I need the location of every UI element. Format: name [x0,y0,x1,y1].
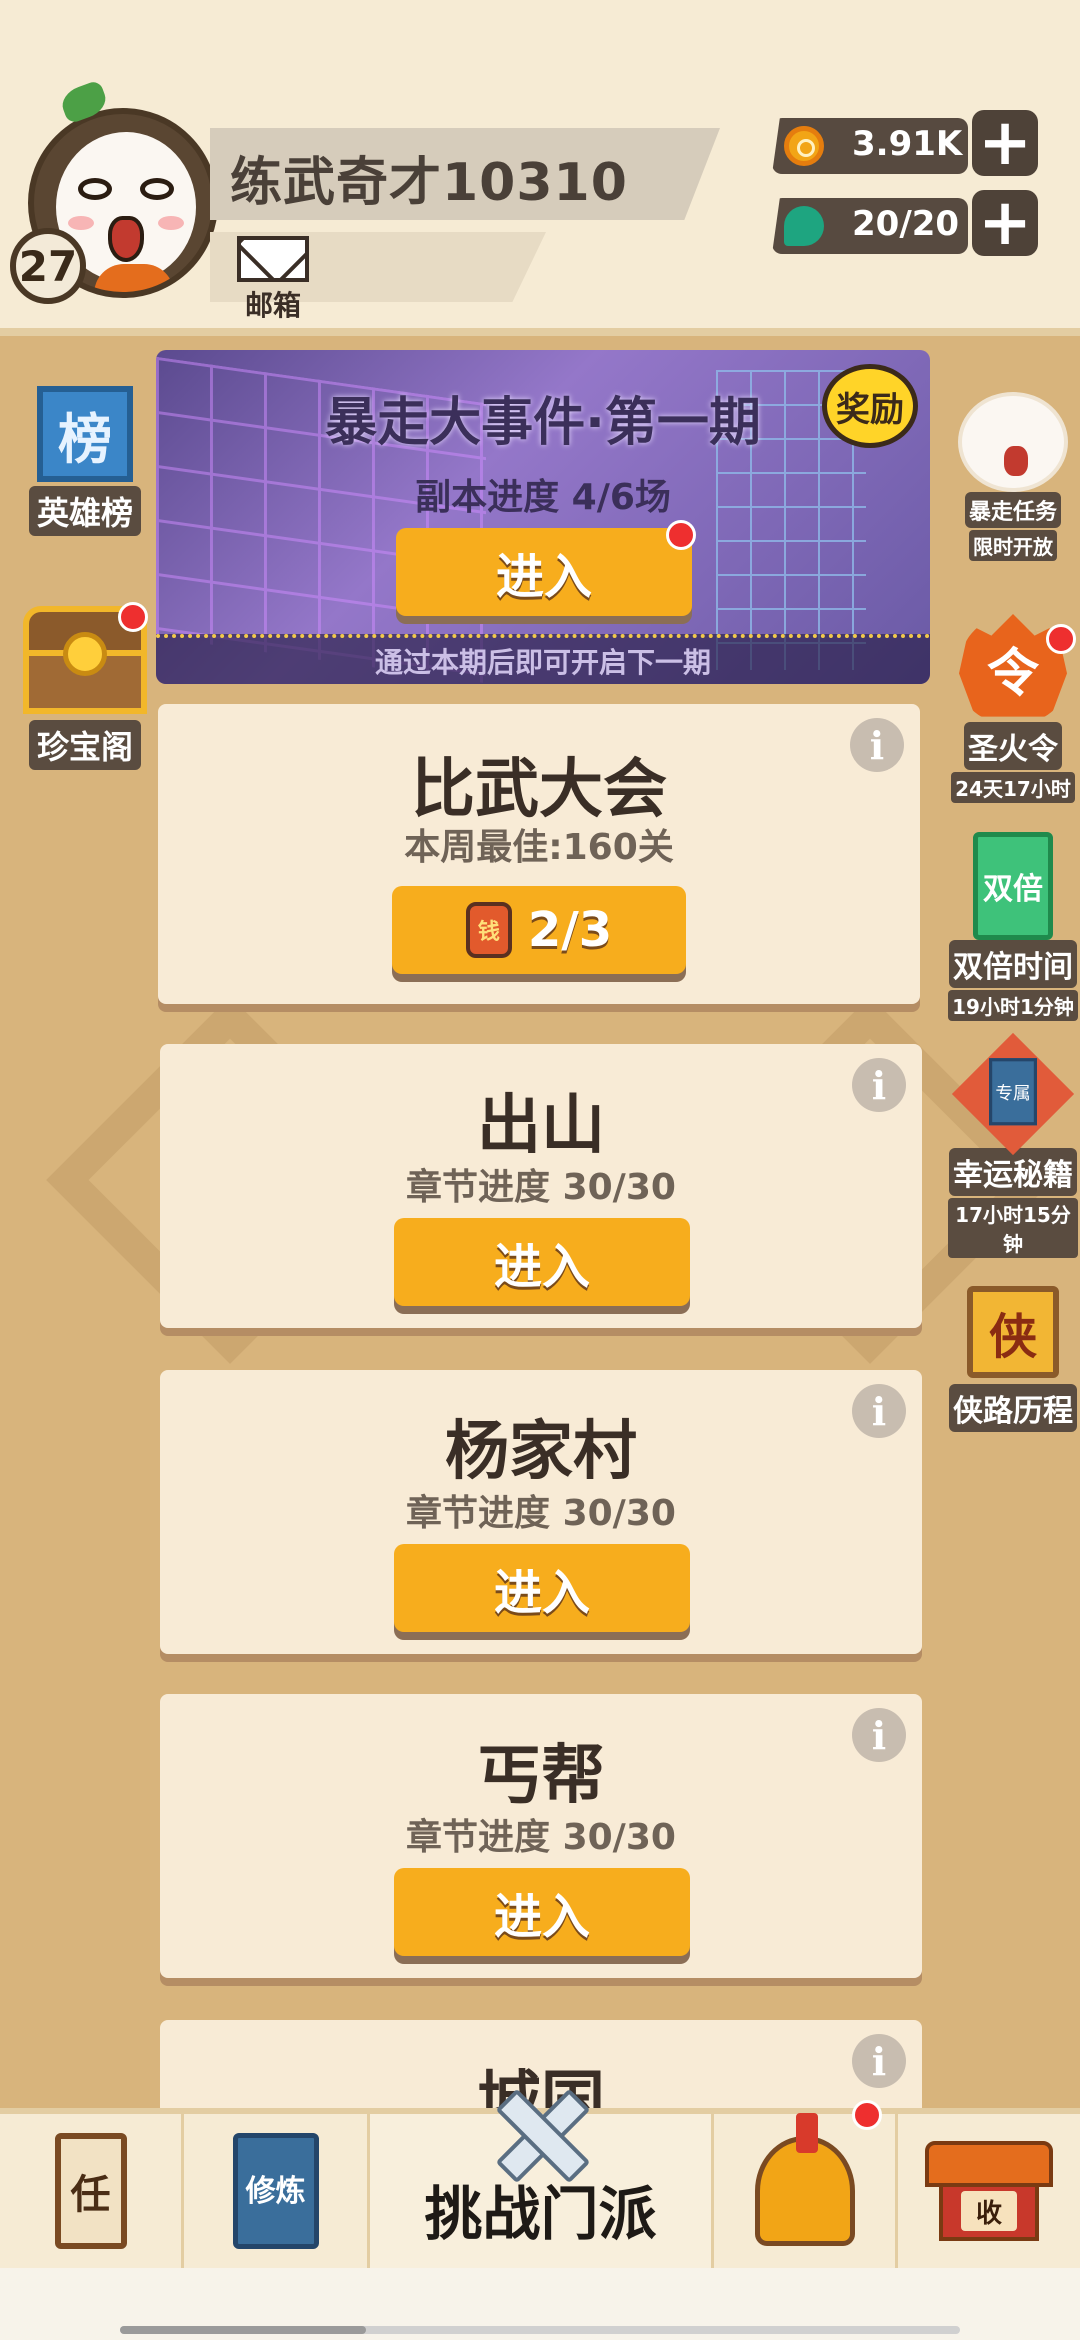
notification-dot [852,2100,882,2130]
event-enter-button[interactable]: 进入 [396,528,692,616]
treasure-pavilion-label: 珍宝阁 [28,720,141,770]
card-subtitle: 本周最佳:160关 [404,827,674,868]
event-footer-note: 通过本期后即可开启下一期 [156,634,930,684]
tournament-entry-button[interactable]: 钱 2/3 [392,886,686,974]
reward-badge[interactable]: 奖励 [822,364,918,448]
money-token-icon: 钱 [465,902,512,958]
rampage-task-icon [958,392,1068,492]
hero-journey-button[interactable]: 侠 侠路历程 [948,1286,1078,1432]
card-title: 杨家村 [445,1415,637,1489]
lucky-manual-timer: 17小时15分钟 [948,1198,1078,1258]
notification-dot [118,602,148,632]
mail-icon [237,236,309,282]
crossed-swords-icon [478,2084,598,2174]
player-name: 练武奇才10310 [230,153,628,213]
add-coins-button[interactable]: + [972,110,1038,176]
chapter-card-chushan: i 出山 章节进度 30/30 进入 [160,1044,922,1328]
nav-tasks[interactable]: 任 [0,2114,184,2268]
mailbox-label: 邮箱 [244,289,301,322]
hero-journey-label: 侠路历程 [949,1384,1077,1432]
notification-dot [1046,624,1076,654]
card-subtitle: 章节进度 30/30 [406,1493,676,1534]
treasure-pavilion-button[interactable]: 珍宝阁 [18,602,152,770]
holy-fire-order-timer: 24天17小时 [951,772,1075,803]
double-time-timer: 19小时1分钟 [948,990,1078,1021]
nav-equipment[interactable] [714,2100,898,2268]
coin-icon [784,126,824,166]
task-scroll-icon: 任 [54,2133,127,2249]
holy-fire-order-button[interactable]: 令 圣火令 24天17小时 [948,614,1078,803]
home-indicator[interactable] [120,2326,366,2334]
card-subtitle: 章节进度 30/30 [406,1167,676,1208]
rampage-task-button[interactable]: 暴走任务 限时开放 [948,392,1078,561]
card-subtitle: 章节进度 30/30 [406,1817,676,1858]
coin-value: 3.91K [852,124,963,164]
double-time-button[interactable]: 双倍 双倍时间 19小时1分钟 [948,832,1078,1021]
hero-ranking-label: 英雄榜 [28,486,141,536]
lucky-manual-label: 幸运秘籍 [949,1148,1077,1196]
player-level-badge: 27 [10,228,86,304]
lucky-manual-button[interactable]: 专属 幸运秘籍 17小时15分钟 [948,1032,1078,1258]
enter-button[interactable]: 进入 [394,1218,690,1306]
double-scroll-icon: 双倍 [973,832,1053,940]
top-header: 27 练武奇才10310 邮箱 3.91K + 20/20 + [0,0,1080,336]
notification-dot [666,520,696,550]
tournament-attempts: 2/3 [527,902,613,958]
nav-training[interactable]: 修炼 [184,2114,370,2268]
chapter-card-gaibang: i 丐帮 章节进度 30/30 进入 [160,1694,922,1978]
gem-value: 20/20 [852,204,960,244]
coin-counter: 3.91K [772,118,968,174]
rampage-task-sub: 限时开放 [969,530,1057,561]
bottom-navigation: 任 修炼 挑战门派 收 [0,2100,1080,2268]
enter-button[interactable]: 进入 [394,1544,690,1632]
event-banner[interactable]: 暴走大事件·第一期 副本进度 4/6场 进入 奖励 通过本期后即可开启下一期 [156,350,930,684]
tournament-card: i 比武大会 本周最佳:160关 钱 2/3 [158,704,920,1004]
training-book-icon: 修炼 [232,2133,319,2249]
ranking-board-icon: 榜 [37,386,133,482]
card-title: 出山 [477,1089,605,1163]
event-progress: 副本进度 4/6场 [415,477,671,518]
mailbox-button[interactable]: 邮箱 [236,236,310,322]
enter-button[interactable]: 进入 [394,1868,690,1956]
gem-counter: 20/20 [772,198,968,254]
helmet-icon [754,2113,855,2246]
add-gems-button[interactable]: + [972,190,1038,256]
card-title: 比武大会 [411,753,667,827]
nav-challenge-sect[interactable]: 挑战门派 [370,2114,714,2268]
chapter-card-yangjiacun: i 杨家村 章节进度 30/30 进入 [160,1370,922,1654]
rampage-task-label: 暴走任务 [964,492,1061,528]
manual-book-icon: 专属 [951,1032,1075,1156]
double-time-label: 双倍时间 [949,940,1077,988]
challenge-sect-label: 挑战门派 [424,2180,657,2248]
hero-journey-icon: 侠 [967,1286,1059,1378]
card-title: 丐帮 [477,1739,605,1813]
nav-collect[interactable]: 收 [898,2114,1080,2268]
gem-icon [784,206,824,246]
hero-ranking-button[interactable]: 榜 英雄榜 [18,386,152,536]
temple-icon: 收 [925,2141,1053,2241]
holy-fire-order-label: 圣火令 [964,722,1062,770]
event-title: 暴走大事件·第一期 [325,393,761,453]
